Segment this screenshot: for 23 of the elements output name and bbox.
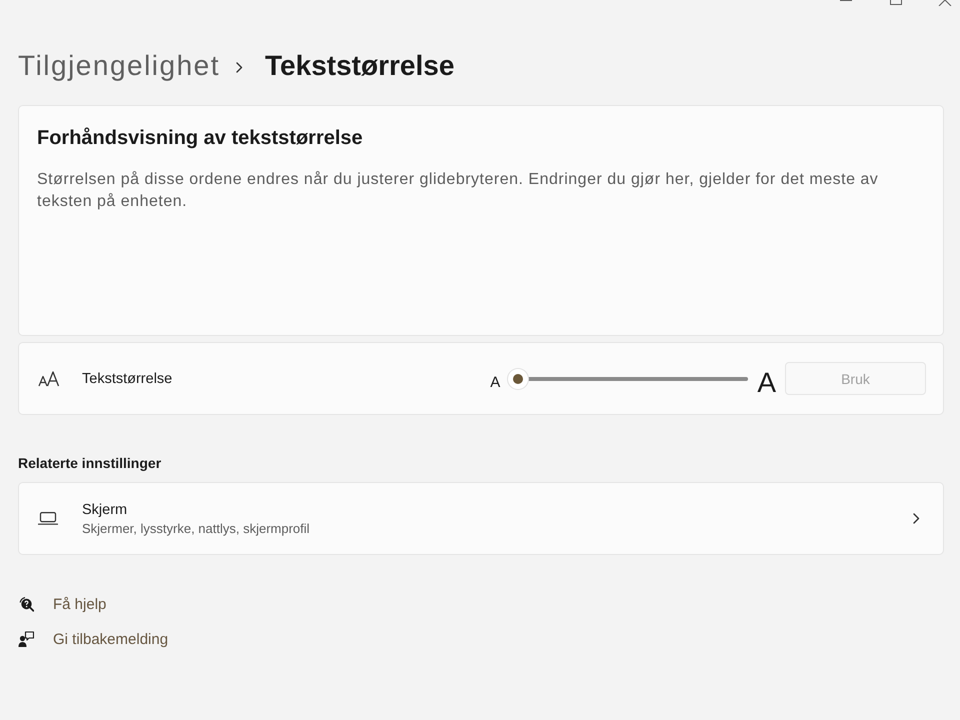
section-heading: Relaterte innstillinger (18, 454, 162, 473)
help-icon (18, 596, 34, 612)
breadcrumb-link[interactable]: Tilgjengelighet (18, 48, 220, 84)
settings-card[interactable]: Skjerm Skjermer, lysstyrke, nattlys, skjermprofil (18, 482, 944, 555)
page-title: Tekststørrelse (265, 49, 454, 83)
large-a-label: A (757, 368, 776, 398)
laptop-icon (38, 512, 58, 525)
help-link[interactable]: Få hjelp (53, 596, 106, 612)
setting-label: Tekststørrelse (82, 370, 172, 386)
close-icon[interactable] (938, 0, 952, 6)
preview-text: Størrelsen på disse ordene endres når du justerer glidebryteren. Endringer du gjør her, gjelder for det meste av teksten på enheten. (37, 170, 880, 212)
slider-track[interactable] (508, 368, 748, 388)
maximize-icon[interactable] (890, 0, 902, 5)
preview-title: Forhåndsvisning av tekststørrelse (37, 126, 364, 151)
feedback-link[interactable]: Gi tilbakemelding (53, 630, 168, 648)
text-size-icon (38, 370, 60, 386)
small-a-label: A (490, 374, 500, 392)
setting-title: Skjerm (82, 500, 128, 518)
slider-thumb[interactable] (508, 368, 528, 388)
chevron-icon (913, 513, 920, 524)
chevron-icon (236, 62, 244, 72)
feedback-icon (18, 631, 34, 647)
setting-description: Skjermer, lysstyrke, nattlys, skjermprofil (82, 520, 310, 536)
